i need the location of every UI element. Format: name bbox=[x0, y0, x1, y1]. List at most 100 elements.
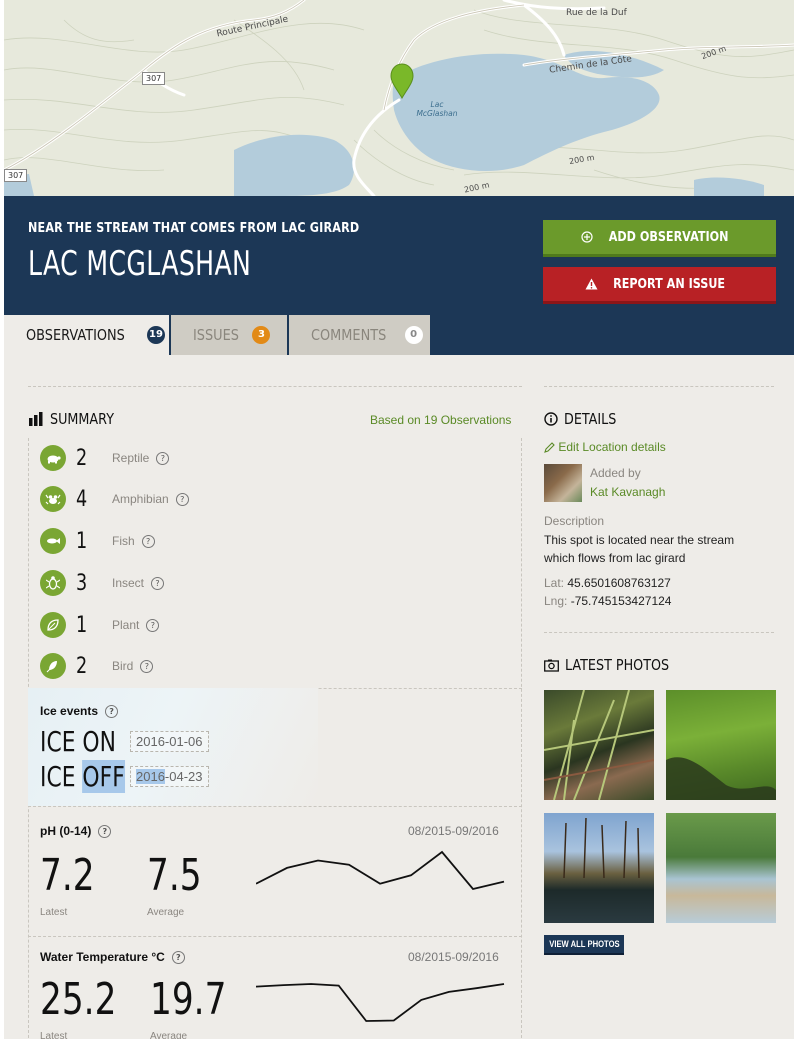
ice-events-title-text: Ice events bbox=[40, 704, 99, 718]
report-issue-label: REPORT AN ISSUE bbox=[613, 276, 725, 292]
latest-photos-title: LATEST PHOTOS bbox=[565, 656, 670, 674]
water-temp-latest-value: 25.2 bbox=[40, 974, 117, 1025]
photo-thumbnail[interactable] bbox=[544, 813, 654, 923]
warning-icon bbox=[585, 278, 598, 290]
help-icon[interactable]: ? bbox=[175, 492, 189, 506]
tab-label: ISSUES bbox=[193, 326, 239, 344]
insect-label: Insect bbox=[112, 576, 145, 590]
latitude-label: Lat: bbox=[544, 576, 565, 590]
longitude-label: Lng: bbox=[544, 594, 568, 608]
fish-icon bbox=[40, 528, 66, 554]
description-label: Description bbox=[544, 514, 605, 528]
ice-off-date-year: 2016 bbox=[136, 768, 165, 784]
issues-count-badge: 3 bbox=[252, 326, 271, 344]
plant-label: Plant bbox=[112, 618, 140, 632]
help-icon[interactable]: ? bbox=[146, 618, 160, 632]
route-shield: 307 bbox=[4, 169, 28, 182]
help-icon[interactable]: ? bbox=[140, 659, 154, 673]
bird-label: Bird bbox=[112, 659, 134, 673]
page-title: LAC MCGLASHAN bbox=[28, 244, 252, 284]
author-link[interactable]: Kat Kavanagh bbox=[590, 485, 665, 499]
summary-row-fish[interactable]: 1 Fish? bbox=[40, 526, 155, 556]
help-icon[interactable]: ? bbox=[171, 951, 185, 965]
water-temp-trend-line bbox=[256, 983, 505, 1022]
ph-date-range: 08/2015-09/2016 bbox=[408, 824, 499, 838]
ice-off-row: ICE OFF 2016-04-23 bbox=[40, 759, 209, 793]
details-title: DETAILS bbox=[564, 410, 617, 428]
frog-icon bbox=[40, 486, 66, 512]
fish-count: 1 bbox=[76, 528, 88, 554]
photo-thumbnail[interactable] bbox=[666, 813, 776, 923]
tab-comments[interactable]: COMMENTS 0 bbox=[289, 315, 430, 355]
ph-trend-sparkline bbox=[256, 850, 505, 891]
observations-basis: Based on 19 Observations bbox=[370, 413, 512, 427]
camera-icon bbox=[544, 659, 559, 672]
latitude: Lat: 45.6501608763127 bbox=[544, 576, 671, 590]
summary-row-reptile[interactable]: 2 Reptile? bbox=[40, 443, 170, 473]
view-all-photos-label: VIEW ALL PHOTOS bbox=[548, 939, 620, 949]
map-road-label: Rue de la Duf bbox=[566, 8, 627, 18]
help-icon[interactable]: ? bbox=[141, 534, 155, 548]
summary-title: SUMMARY bbox=[50, 410, 114, 428]
info-icon bbox=[544, 412, 558, 426]
ice-on-label: ICE ON bbox=[40, 724, 116, 758]
divider bbox=[544, 386, 774, 387]
divider bbox=[28, 806, 522, 807]
photo-trees-water bbox=[563, 817, 640, 879]
report-issue-button[interactable]: REPORT AN ISSUE bbox=[543, 267, 776, 304]
reptile-label: Reptile bbox=[112, 451, 150, 465]
ice-events-title: Ice events? bbox=[40, 704, 119, 719]
pencil-icon bbox=[544, 442, 555, 454]
summary-row-amphibian[interactable]: 4 Amphibian? bbox=[40, 484, 189, 514]
page: Route Principale Rue de la Duf Chemin de… bbox=[4, 0, 794, 1039]
bug-icon bbox=[40, 570, 66, 596]
help-icon[interactable]: ? bbox=[151, 576, 165, 590]
photo-grass bbox=[666, 757, 776, 800]
photo-thumbnail[interactable] bbox=[666, 690, 776, 800]
ice-off-word-ice: ICE bbox=[40, 759, 76, 793]
divider bbox=[28, 386, 522, 387]
tab-issues[interactable]: ISSUES 3 bbox=[171, 315, 287, 355]
help-icon[interactable]: ? bbox=[156, 451, 170, 465]
help-icon[interactable]: ? bbox=[105, 705, 119, 719]
plant-count: 1 bbox=[76, 612, 88, 638]
summary-row-plant[interactable]: 1 Plant? bbox=[40, 610, 160, 640]
observations-count-badge: 19 bbox=[146, 326, 165, 344]
summary-row-bird[interactable]: 2 Bird? bbox=[40, 651, 154, 681]
latest-photos-heading: LATEST PHOTOS bbox=[544, 656, 688, 674]
divider bbox=[544, 632, 774, 633]
feather-icon bbox=[40, 653, 66, 679]
ph-average-value: 7.5 bbox=[147, 850, 202, 901]
help-icon[interactable]: ? bbox=[98, 825, 112, 839]
avatar[interactable] bbox=[544, 464, 582, 502]
longitude-value: -75.745153427124 bbox=[570, 594, 672, 608]
insect-count: 3 bbox=[76, 570, 88, 596]
amphibian-label: Amphibian bbox=[112, 492, 169, 506]
amphibian-count: 4 bbox=[76, 486, 88, 512]
edit-location-label: Edit Location details bbox=[558, 440, 666, 454]
comments-count-badge: 0 bbox=[404, 326, 423, 344]
fish-label: Fish bbox=[112, 534, 135, 548]
added-by-label: Added by bbox=[590, 466, 641, 480]
add-observation-button[interactable]: ADD OBSERVATION bbox=[543, 220, 776, 257]
lake-label: Lac McGlashan bbox=[412, 100, 462, 118]
ph-metric-title: pH (0-14)? bbox=[40, 824, 112, 839]
bird-count: 2 bbox=[76, 653, 88, 679]
lake-label-line: McGlashan bbox=[416, 109, 458, 118]
divider bbox=[28, 936, 522, 937]
photo-thumbnail[interactable] bbox=[543, 689, 655, 801]
water-temp-date-range: 08/2015-09/2016 bbox=[408, 950, 499, 964]
water-temp-latest-label: Latest bbox=[40, 1031, 68, 1039]
ice-on-date: 2016-01-06 bbox=[130, 730, 209, 752]
location-subtitle: NEAR THE STREAM THAT COMES FROM LAC GIRA… bbox=[28, 221, 360, 236]
plus-circle-icon bbox=[581, 231, 593, 243]
tab-observations[interactable]: OBSERVATIONS 19 bbox=[4, 315, 169, 355]
bar-chart-icon bbox=[29, 412, 43, 426]
water-temp-trend-sparkline bbox=[256, 983, 505, 1022]
location-map[interactable]: Route Principale Rue de la Duf Chemin de… bbox=[4, 0, 794, 196]
add-observation-label: ADD OBSERVATION bbox=[608, 229, 729, 245]
latitude-value: 45.6501608763127 bbox=[567, 576, 671, 590]
view-all-photos-button[interactable]: VIEW ALL PHOTOS bbox=[544, 935, 624, 955]
summary-row-insect[interactable]: 3 Insect? bbox=[40, 568, 165, 598]
edit-location-link[interactable]: Edit Location details bbox=[544, 440, 666, 454]
